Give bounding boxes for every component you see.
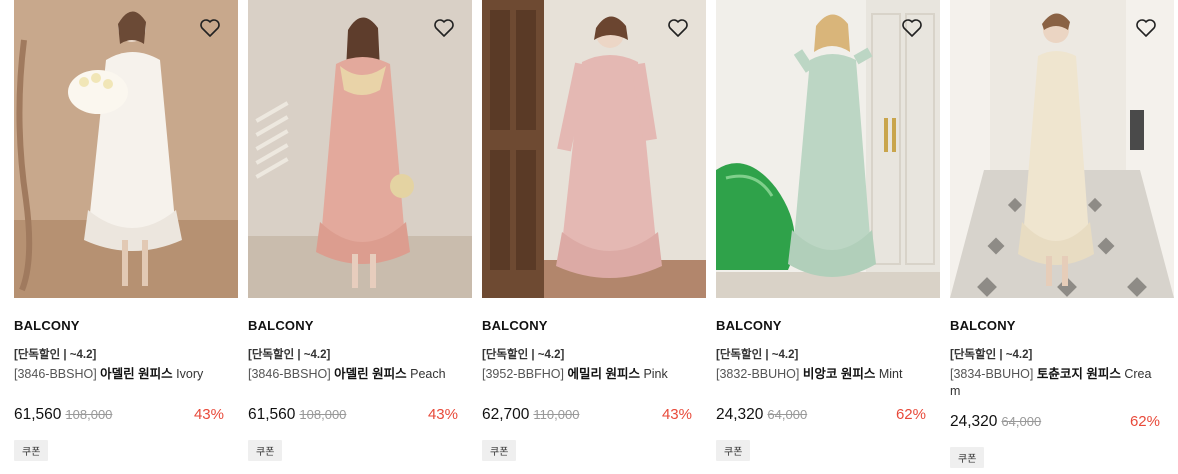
product-name[interactable]: [3952-BBFHO] 에밀리 원피스 Pink	[482, 366, 706, 383]
price-row: 61,560 108,000 43%	[14, 405, 238, 425]
heart-outline-icon[interactable]	[1134, 16, 1158, 40]
product-color: Ivory	[176, 367, 204, 381]
sale-price: 61,560	[248, 406, 296, 423]
product-name[interactable]: [3834-BBUHO] 토츈코지 원피스 Cream	[950, 366, 1160, 400]
product-image[interactable]	[950, 0, 1174, 298]
coupon-badge: 쿠폰	[716, 440, 751, 461]
product-card[interactable]: BALCONY [단독할인 | ~4.2] [3834-BBUHO] 토츈코지 …	[950, 0, 1174, 468]
coupon-badge: 쿠폰	[950, 447, 985, 468]
discount-rate: 62%	[895, 406, 926, 423]
original-price: 108,000	[299, 407, 347, 422]
heart-outline-icon[interactable]	[198, 16, 222, 40]
product-photo-ivory	[14, 0, 238, 298]
brand-name[interactable]: BALCONY	[248, 318, 472, 334]
discount-rate: 43%	[193, 406, 224, 423]
heart-outline-icon[interactable]	[666, 16, 690, 40]
sale-price: 61,560	[14, 406, 62, 423]
product-name[interactable]: [3832-BBUHO] 비앙코 원피스 Mint	[716, 366, 940, 383]
price-row: 24,320 64,000 62%	[716, 405, 940, 425]
product-title: 아델린 원피스	[100, 367, 173, 381]
product-title: 토츈코지 원피스	[1036, 367, 1121, 381]
discount-rate: 62%	[1129, 413, 1160, 430]
product-image[interactable]	[14, 0, 238, 298]
promo-tag: [단독할인 | ~4.2]	[248, 349, 331, 361]
promo-tag: [단독할인 | ~4.2]	[482, 349, 565, 361]
heart-outline-icon[interactable]	[900, 16, 924, 40]
coupon-badge: 쿠폰	[14, 440, 49, 461]
original-price: 110,000	[533, 407, 580, 422]
product-grid: BALCONY [단독할인 | ~4.2] [3846-BBSHO] 아델린 원…	[0, 0, 1178, 474]
coupon-badge: 쿠폰	[482, 440, 517, 461]
product-image[interactable]	[482, 0, 706, 298]
product-card[interactable]: BALCONY [단독할인 | ~4.2] [3846-BBSHO] 아델린 원…	[248, 0, 472, 461]
product-color: Peach	[410, 367, 446, 381]
product-title: 비앙코 원피스	[802, 367, 876, 381]
original-price: 64,000	[1001, 414, 1042, 429]
product-image[interactable]	[248, 0, 472, 298]
promo-tag: [단독할인 | ~4.2]	[716, 349, 799, 361]
brand-name[interactable]: BALCONY	[950, 318, 1174, 334]
product-title: 아델린 원피스	[334, 367, 407, 381]
product-card[interactable]: BALCONY [단독할인 | ~4.2] [3832-BBUHO] 비앙코 원…	[716, 0, 940, 461]
price-row: 62,700 110,000 43%	[482, 405, 706, 425]
product-photo-peach	[248, 0, 472, 298]
coupon-badge: 쿠폰	[248, 440, 283, 461]
price-row: 24,320 64,000 62%	[950, 412, 1174, 432]
product-photo-pink	[482, 0, 706, 298]
product-color: Pink	[643, 367, 668, 381]
heart-outline-icon[interactable]	[432, 16, 456, 40]
sale-price: 24,320	[716, 406, 764, 423]
product-photo-mint	[716, 0, 940, 298]
brand-name[interactable]: BALCONY	[716, 318, 940, 334]
brand-name[interactable]: BALCONY	[482, 318, 706, 334]
promo-tag: [단독할인 | ~4.2]	[950, 349, 1033, 361]
product-code: [3846-BBSHO]	[248, 367, 331, 381]
product-card[interactable]: BALCONY [단독할인 | ~4.2] [3952-BBFHO] 에밀리 원…	[482, 0, 706, 461]
sale-price: 62,700	[482, 406, 530, 423]
product-code: [3952-BBFHO]	[482, 367, 564, 381]
price-row: 61,560 108,000 43%	[248, 405, 472, 425]
product-color: Mint	[878, 367, 903, 381]
product-card[interactable]: BALCONY [단독할인 | ~4.2] [3846-BBSHO] 아델린 원…	[14, 0, 238, 461]
original-price: 108,000	[65, 407, 113, 422]
original-price: 64,000	[767, 407, 808, 422]
discount-rate: 43%	[427, 406, 458, 423]
brand-name[interactable]: BALCONY	[14, 318, 238, 334]
product-name[interactable]: [3846-BBSHO] 아델린 원피스 Peach	[248, 366, 472, 383]
product-photo-cream	[950, 0, 1174, 298]
product-code: [3832-BBUHO]	[716, 367, 800, 381]
product-image[interactable]	[716, 0, 940, 298]
product-code: [3834-BBUHO]	[950, 367, 1034, 381]
discount-rate: 43%	[661, 406, 692, 423]
product-name[interactable]: [3846-BBSHO] 아델린 원피스 Ivory	[14, 366, 238, 383]
sale-price: 24,320	[950, 413, 998, 430]
product-title: 에밀리 원피스	[567, 367, 640, 381]
product-code: [3846-BBSHO]	[14, 367, 97, 381]
promo-tag: [단독할인 | ~4.2]	[14, 349, 97, 361]
